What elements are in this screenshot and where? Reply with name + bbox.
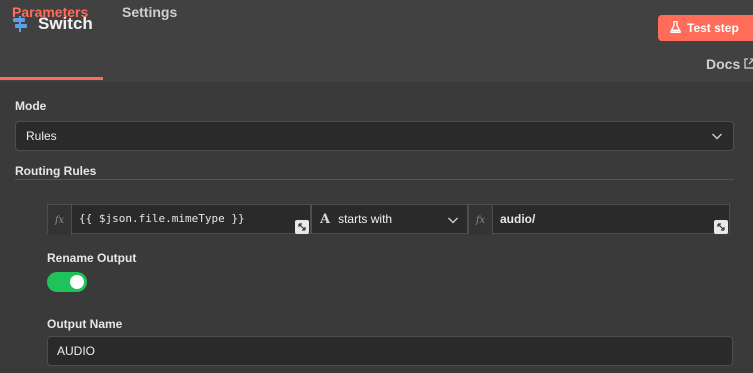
operator-select[interactable]: A starts with <box>311 204 468 234</box>
output-name-input[interactable] <box>47 336 733 366</box>
test-step-button[interactable]: Test step <box>658 15 753 41</box>
right-value-text: audio/ <box>500 212 536 226</box>
routing-rule-row: fx {{ $json.file.mimeType }} A starts wi… <box>47 204 730 235</box>
output-name-label: Output Name <box>47 317 123 331</box>
flask-icon <box>670 20 681 36</box>
left-value-expression: {{ $json.file.mimeType }} <box>79 212 245 225</box>
active-tab-underline <box>0 77 103 80</box>
section-divider <box>15 179 734 180</box>
operator-value: starts with <box>338 212 393 226</box>
mode-label: Mode <box>15 99 47 113</box>
docs-link[interactable]: Docs <box>706 56 753 72</box>
fx-icon: fx <box>48 205 72 235</box>
tab-parameters[interactable]: Parameters <box>12 4 88 20</box>
mode-value: Rules <box>26 129 57 143</box>
right-value-field[interactable]: fx audio/ <box>468 204 730 235</box>
tab-settings[interactable]: Settings <box>122 4 177 20</box>
expand-icon[interactable] <box>714 220 728 234</box>
rename-output-label: Rename Output <box>47 251 137 265</box>
routing-rules-label: Routing Rules <box>15 164 97 178</box>
toggle-knob <box>70 275 84 289</box>
external-link-icon <box>744 56 753 72</box>
mode-select[interactable]: Rules <box>15 121 734 151</box>
rename-output-toggle[interactable] <box>47 272 87 292</box>
left-value-field[interactable]: fx {{ $json.file.mimeType }} <box>47 204 311 235</box>
docs-label: Docs <box>706 56 741 72</box>
type-A-icon: A <box>320 211 331 227</box>
fx-icon: fx <box>469 205 493 235</box>
node-header: Switch Test step Parameters Settings Doc… <box>0 0 753 82</box>
test-step-label: Test step <box>687 21 739 35</box>
expand-icon[interactable] <box>295 220 309 234</box>
chevron-down-icon <box>447 214 459 229</box>
chevron-down-icon <box>711 130 723 145</box>
